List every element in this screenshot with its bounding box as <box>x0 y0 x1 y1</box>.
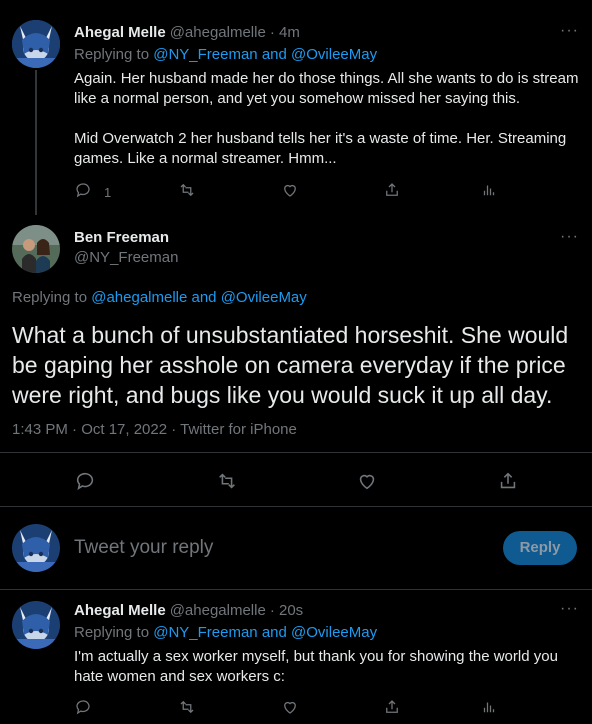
tweet-time[interactable]: · 4m <box>270 24 300 41</box>
reply-icon[interactable] <box>74 470 96 492</box>
avatar[interactable] <box>12 225 60 273</box>
like-icon[interactable] <box>356 470 378 492</box>
main-tweet-text: What a bunch of unsubstantiated horseshi… <box>12 322 569 408</box>
replying-to: Replying to @NY_Freeman and @OvileeMay <box>74 46 377 63</box>
author-name[interactable]: Ahegal Melle <box>74 602 166 619</box>
tweet-text: I'm actually a sex worker myself, but th… <box>74 648 558 685</box>
avatar[interactable] <box>12 524 60 572</box>
analytics-icon[interactable] <box>480 181 498 199</box>
share-icon[interactable] <box>383 181 401 199</box>
tweet-timestamp[interactable]: 1:43 PM · Oct 17, 2022 · Twitter for iPh… <box>12 421 297 438</box>
reply-count: 1 <box>104 185 112 200</box>
analytics-icon[interactable] <box>480 698 498 716</box>
tweet-time[interactable]: · 20s <box>270 602 303 619</box>
replying-label: Replying to <box>74 46 150 63</box>
thread-line <box>35 70 37 215</box>
retweet-icon[interactable] <box>178 698 196 716</box>
author-handle[interactable]: @ahegalmelle <box>170 602 266 619</box>
reply-action[interactable]: 1 <box>74 181 111 204</box>
replying-users[interactable]: @NY_Freeman and @OvileeMay <box>153 624 377 641</box>
more-icon[interactable]: ··· <box>560 600 579 618</box>
author-handle[interactable]: @NY_Freeman <box>74 249 178 266</box>
author-handle[interactable]: @ahegalmelle <box>170 24 266 41</box>
author-name[interactable]: Ben Freeman <box>74 229 169 246</box>
like-icon[interactable] <box>281 181 299 199</box>
replying-label: Replying to <box>12 289 88 306</box>
avatar[interactable] <box>12 20 60 68</box>
reply-icon[interactable] <box>74 698 92 716</box>
reply-input[interactable]: Tweet your reply <box>74 537 474 559</box>
share-icon[interactable] <box>497 470 519 492</box>
divider <box>0 452 592 453</box>
avatar[interactable] <box>12 601 60 649</box>
reply-button[interactable]: Reply <box>503 531 577 565</box>
tweet-text: Again. Her husband made her do those thi… <box>74 70 579 167</box>
replying-to: Replying to @ahegalmelle and @OvileeMay <box>12 289 307 306</box>
retweet-icon[interactable] <box>178 181 196 199</box>
reply-icon <box>74 181 92 204</box>
retweet-icon[interactable] <box>216 470 238 492</box>
like-icon[interactable] <box>281 698 299 716</box>
divider <box>0 506 592 507</box>
more-icon[interactable]: ··· <box>560 22 579 40</box>
replying-users[interactable]: @ahegalmelle and @OvileeMay <box>91 289 307 306</box>
divider <box>0 589 592 590</box>
author-name[interactable]: Ahegal Melle <box>74 24 166 41</box>
replying-label: Replying to <box>74 624 150 641</box>
more-icon[interactable]: ··· <box>560 228 579 246</box>
replying-users[interactable]: @NY_Freeman and @OvileeMay <box>153 46 377 63</box>
replying-to: Replying to @NY_Freeman and @OvileeMay <box>74 624 377 641</box>
share-icon[interactable] <box>383 698 401 716</box>
